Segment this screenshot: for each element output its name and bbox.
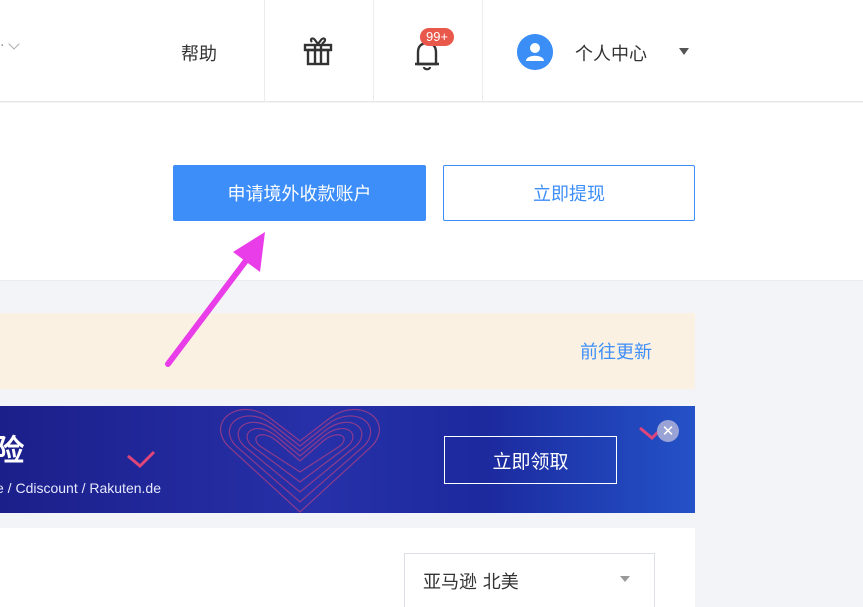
caret-down-icon: [620, 576, 630, 582]
user-center-menu[interactable]: 个人中心: [575, 40, 647, 66]
marketplace-select[interactable]: 亚马逊 北美: [404, 553, 655, 607]
help-link[interactable]: 帮助: [181, 40, 217, 66]
promo-banner: 险 e / Cdiscount / Rakuten.de 立即领取: [0, 406, 695, 513]
nav-divider: [373, 0, 374, 102]
nav-divider: [264, 0, 265, 102]
apply-overseas-account-button[interactable]: 申请境外收款账户: [173, 165, 426, 221]
banner-platforms-text: e / Cdiscount / Rakuten.de: [0, 480, 161, 496]
go-update-link[interactable]: 前往更新: [580, 338, 652, 364]
claim-now-button[interactable]: 立即领取: [444, 436, 617, 484]
gift-icon[interactable]: [302, 36, 334, 68]
withdraw-now-button[interactable]: 立即提现: [443, 165, 695, 221]
account-action-card: [0, 103, 863, 281]
nav-divider: [482, 0, 483, 102]
update-notice-bar: 前往更新: [0, 313, 695, 389]
user-avatar-icon[interactable]: [517, 34, 553, 70]
caret-down-icon[interactable]: [679, 48, 689, 55]
chevron-down-icon: [8, 38, 21, 50]
notification-count-badge: 99+: [420, 28, 455, 46]
nav-dropdown-dot: ·: [0, 38, 5, 54]
top-navigation-bar: · 帮助 99+ 个人中心: [0, 0, 863, 102]
close-icon[interactable]: ✕: [657, 420, 679, 442]
banner-title: 险: [0, 434, 24, 469]
marketplace-select-value: 亚马逊 北美: [423, 572, 519, 593]
nav-dropdown-fragment[interactable]: ·: [0, 38, 21, 54]
notifications-button[interactable]: 99+: [406, 28, 466, 74]
